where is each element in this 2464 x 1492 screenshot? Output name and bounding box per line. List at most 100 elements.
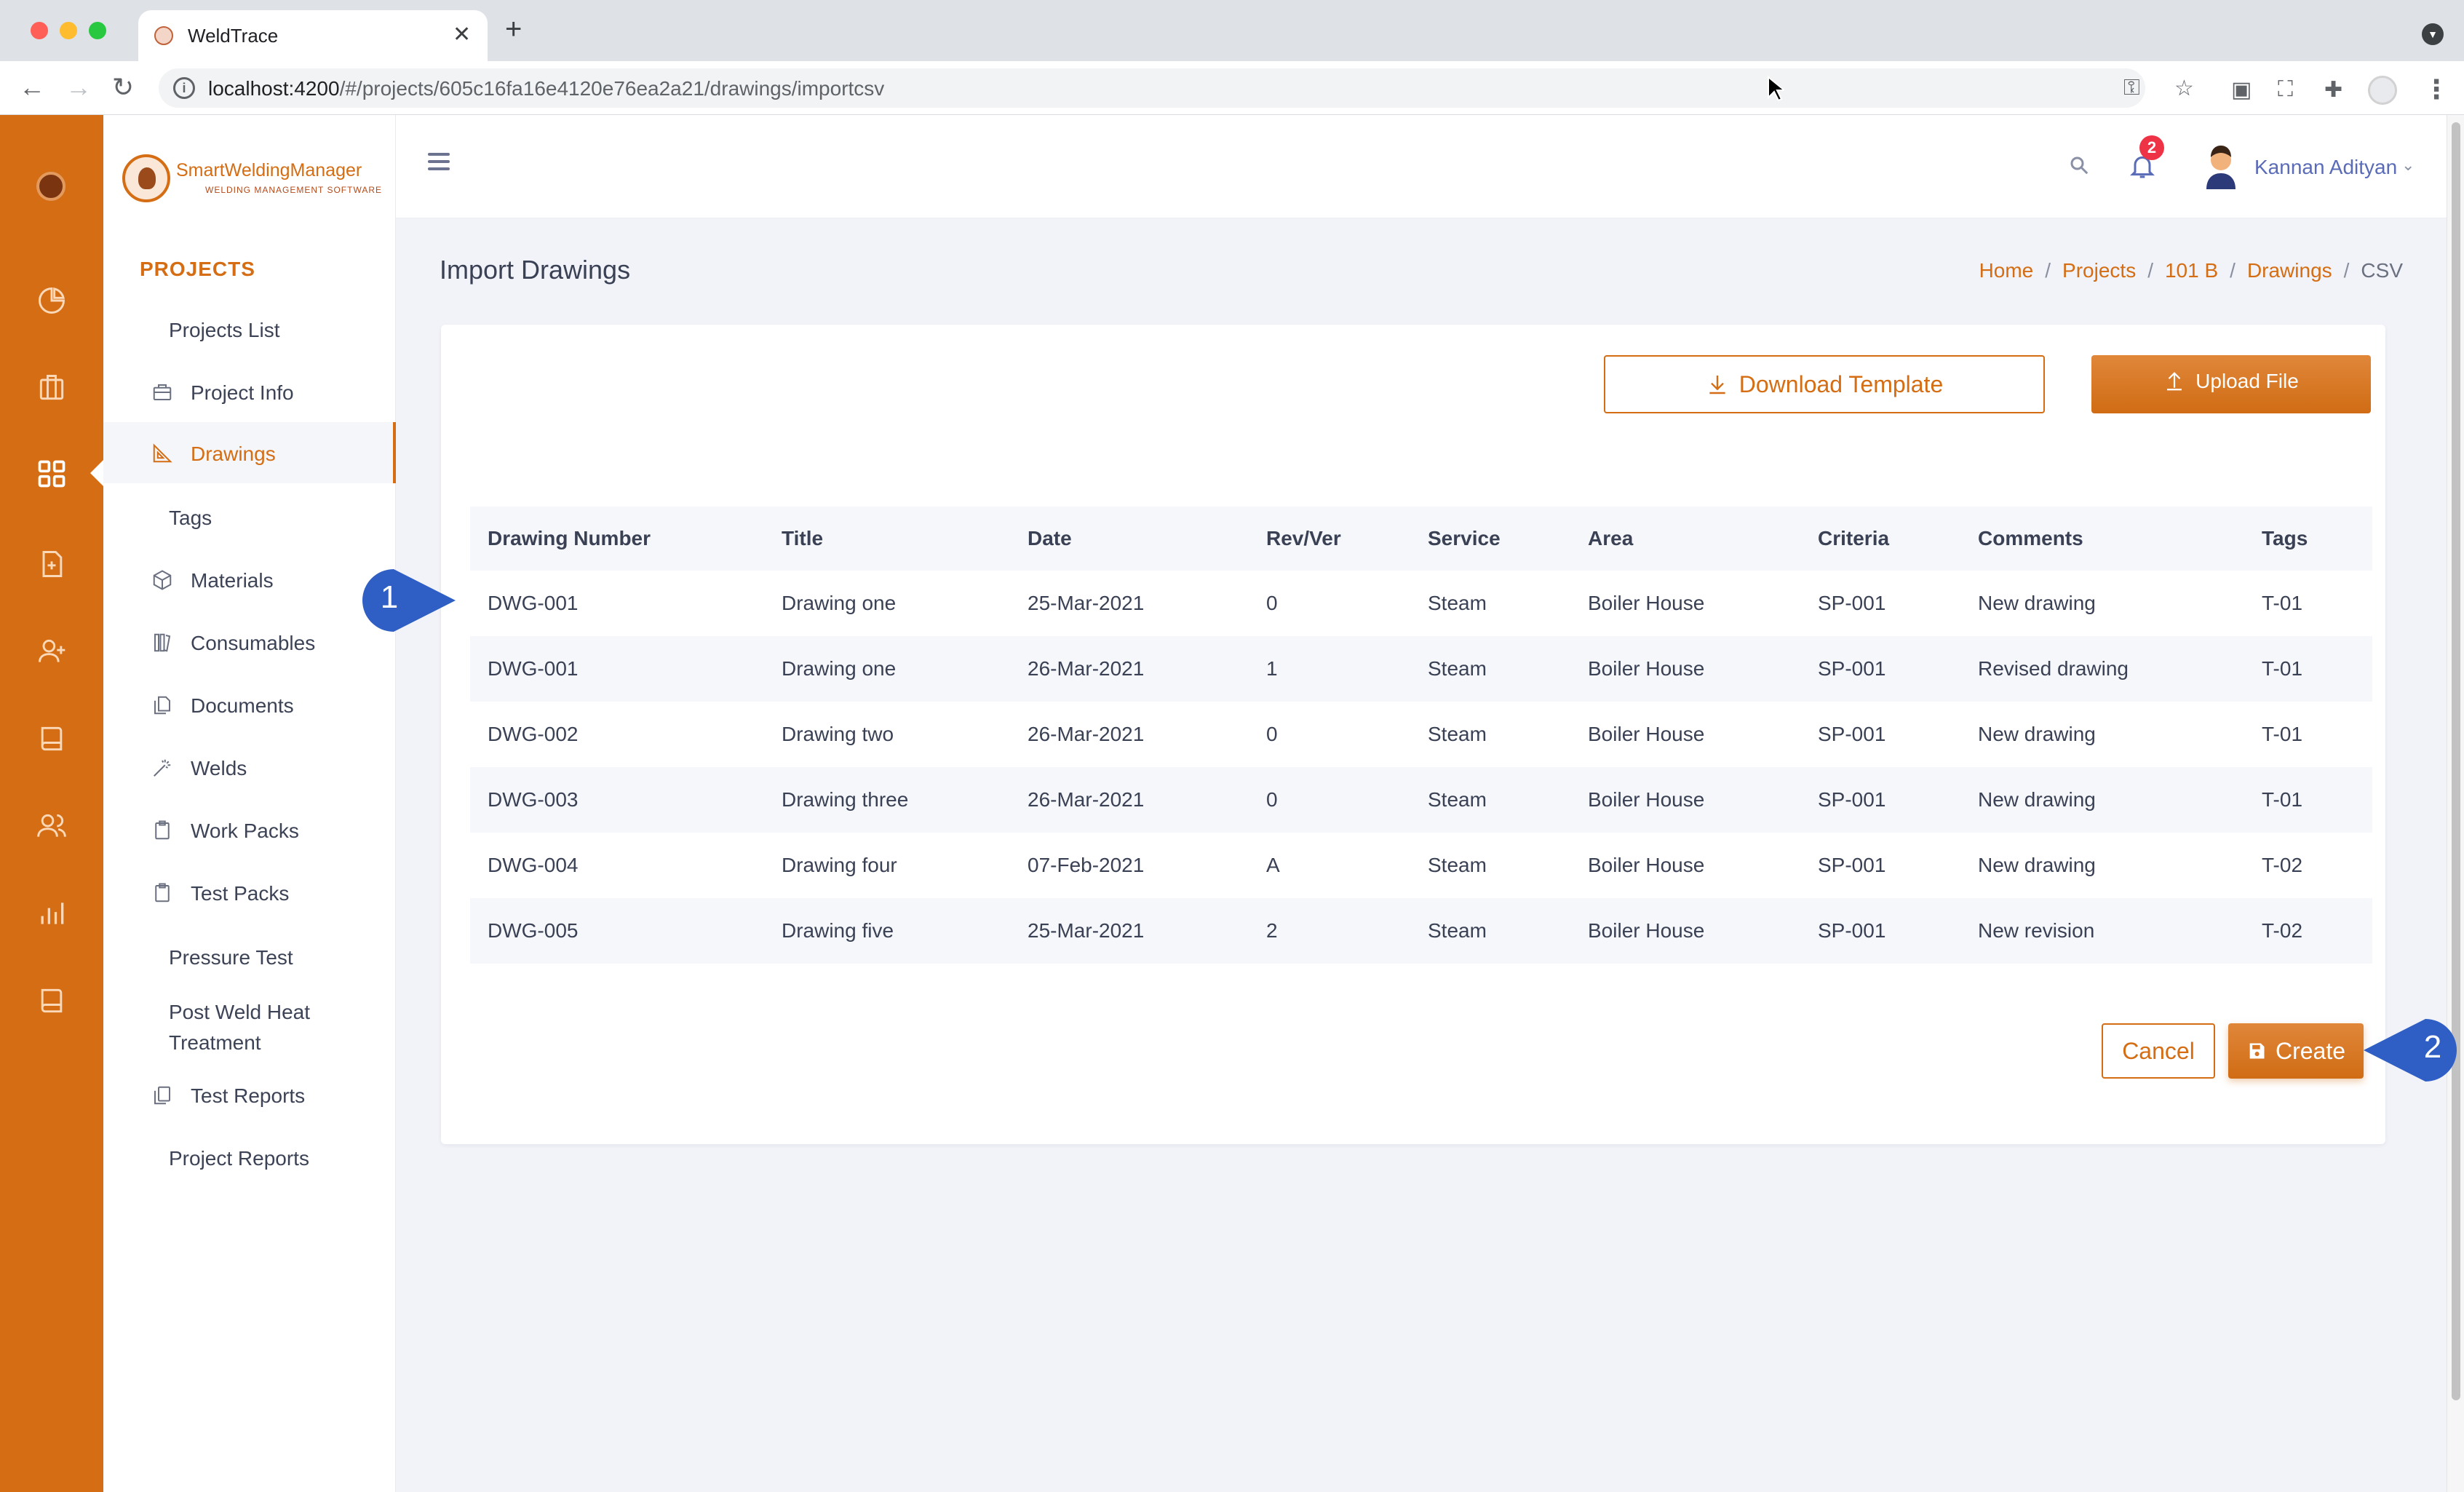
window-minimize-button[interactable] xyxy=(60,22,77,39)
profile-avatar-icon[interactable] xyxy=(2368,76,2397,105)
chevron-down-icon[interactable]: ⌄ xyxy=(2401,156,2415,175)
table-cell: Boiler House xyxy=(1588,788,1705,811)
window-close-button[interactable] xyxy=(31,22,48,39)
table-cell: Steam xyxy=(1428,919,1487,942)
sidebar-item-work-packs[interactable]: Work Packs xyxy=(103,799,396,860)
address-bar[interactable]: i localhost:4200/#/projects/605c16fa16e4… xyxy=(159,68,2194,108)
extension-icon[interactable]: ▣ xyxy=(2231,77,2252,103)
create-label: Create xyxy=(2275,1037,2346,1064)
download-template-label: Download Template xyxy=(1738,370,1944,397)
dashboard-pie-icon[interactable] xyxy=(33,282,70,319)
table-cell: 07-Feb-2021 xyxy=(1028,854,1145,876)
browser-tab[interactable]: WeldTrace ✕ xyxy=(138,10,488,61)
active-indicator xyxy=(90,459,105,488)
tab-close-icon[interactable]: ✕ xyxy=(453,22,471,47)
table-cell: DWG-005 xyxy=(488,919,579,942)
sidebar-item-documents[interactable]: Documents xyxy=(103,674,396,735)
sidebar-item-tags[interactable]: Tags xyxy=(103,486,396,547)
table-row[interactable]: DWG-003 Drawing three 26-Mar-2021 0 Stea… xyxy=(470,767,2372,833)
forward-arrow-icon[interactable]: → xyxy=(65,73,92,102)
create-button[interactable]: Create xyxy=(2228,1023,2364,1079)
table-cell: 26-Mar-2021 xyxy=(1028,723,1145,745)
app-logo-icon[interactable] xyxy=(36,172,65,201)
grid-apps-icon[interactable] xyxy=(33,456,70,492)
browser-tab-bar: WeldTrace ✕ + ▼ xyxy=(0,0,2464,61)
sidebar-item-project-reports[interactable]: Project Reports xyxy=(103,1127,396,1188)
column-header: Comments xyxy=(1978,527,2083,549)
sidebar-item-materials[interactable]: Materials xyxy=(103,549,396,610)
download-template-button[interactable]: Download Template xyxy=(1604,355,2045,413)
users-icon[interactable] xyxy=(33,808,70,844)
sidebar-item-post-weld-heat-treatment[interactable]: Post Weld Heat Treatment xyxy=(103,988,396,1058)
table-cell: DWG-001 xyxy=(488,657,579,680)
reload-icon[interactable]: ↻ xyxy=(112,73,134,102)
table-cell: T-02 xyxy=(2262,854,2303,876)
sidebar-item-test-packs[interactable]: Test Packs xyxy=(103,862,396,923)
table-row[interactable]: DWG-001 Drawing one 25-Mar-2021 0 Steam … xyxy=(470,571,2372,636)
document-add-icon[interactable] xyxy=(33,546,70,582)
sidebar-section-title: PROJECTS xyxy=(140,258,255,280)
table-cell: Drawing five xyxy=(782,919,894,942)
back-arrow-icon[interactable]: ← xyxy=(19,73,45,102)
sidebar-item-label: Consumables xyxy=(191,632,316,654)
table-cell: 25-Mar-2021 xyxy=(1028,592,1145,614)
table-cell: Drawing one xyxy=(782,592,897,614)
table-cell: New drawing xyxy=(1978,592,2096,614)
brand-name: SmartWeldingManager xyxy=(176,160,362,180)
column-header: Service xyxy=(1428,527,1501,549)
sidebar-item-label: Welds xyxy=(191,757,247,779)
sidebar-item-drawings[interactable]: Drawings xyxy=(103,422,396,483)
ruler-triangle-icon xyxy=(151,443,173,464)
brand-tagline: WELDING MANAGEMENT SOFTWARE xyxy=(205,185,383,195)
bar-chart-icon[interactable] xyxy=(33,895,70,932)
tab-search-icon[interactable]: ▼ xyxy=(2422,23,2444,45)
screenshot-icon[interactable]: ⛶ xyxy=(2278,77,2293,102)
sidebar-item-label: Project Reports xyxy=(169,1147,309,1170)
url-text[interactable]: localhost:4200/#/projects/605c16fa16e412… xyxy=(208,77,884,100)
sidebar-item-welds[interactable]: Welds xyxy=(103,737,396,798)
user-add-icon[interactable] xyxy=(33,633,70,670)
sidebar-item-test-reports[interactable]: Test Reports xyxy=(103,1064,396,1125)
sidebar-item-projects-list[interactable]: Projects List xyxy=(103,298,396,360)
brand-logo[interactable]: SmartWeldingManager WELDING MANAGEMENT S… xyxy=(122,153,381,204)
table-cell: 25-Mar-2021 xyxy=(1028,919,1145,942)
book-icon[interactable] xyxy=(33,721,70,757)
manual-book-icon[interactable] xyxy=(33,983,70,1019)
browser-menu-icon[interactable]: ⋮ xyxy=(2423,74,2449,105)
table-cell: Steam xyxy=(1428,854,1487,876)
table-row[interactable]: DWG-001 Drawing one 26-Mar-2021 1 Steam … xyxy=(470,636,2372,702)
hamburger-menu-icon[interactable] xyxy=(428,153,450,170)
table-row[interactable]: DWG-005 Drawing five 25-Mar-2021 2 Steam… xyxy=(470,898,2372,964)
callout-marker-2: 2 xyxy=(2364,1017,2457,1083)
table-cell: DWG-004 xyxy=(488,854,579,876)
scrollbar-thumb[interactable] xyxy=(2452,122,2460,1400)
breadcrumb-projects[interactable]: Projects xyxy=(2062,259,2136,282)
upload-file-button[interactable]: Upload File xyxy=(2091,355,2371,413)
puzzle-icon[interactable]: ✚ xyxy=(2324,77,2342,103)
table-row[interactable]: DWG-004 Drawing four 07-Feb-2021 A Steam… xyxy=(470,833,2372,898)
bookmark-star-icon[interactable]: ☆ xyxy=(2174,76,2194,101)
breadcrumb-drawings[interactable]: Drawings xyxy=(2247,259,2332,282)
user-avatar[interactable] xyxy=(2201,143,2241,189)
new-tab-icon[interactable]: + xyxy=(505,15,522,44)
cancel-button[interactable]: Cancel xyxy=(2102,1023,2215,1079)
breadcrumb-project[interactable]: 101 B xyxy=(2165,259,2218,282)
table-cell: Drawing four xyxy=(782,854,897,876)
sidebar-item-consumables[interactable]: Consumables xyxy=(103,611,396,672)
site-info-icon[interactable]: i xyxy=(173,77,195,99)
breadcrumb-separator: / xyxy=(2230,259,2236,282)
key-icon[interactable]: ⚿ xyxy=(2123,76,2140,100)
sidebar-item-pressure-test[interactable]: Pressure Test xyxy=(103,926,396,987)
window-zoom-button[interactable] xyxy=(89,22,106,39)
user-name[interactable]: Kannan Adityan xyxy=(2254,156,2397,179)
mouse-cursor-icon xyxy=(1768,76,1784,102)
table-row[interactable]: DWG-002 Drawing two 26-Mar-2021 0 Steam … xyxy=(470,702,2372,767)
projects-building-icon[interactable] xyxy=(33,370,70,406)
search-icon[interactable] xyxy=(2068,154,2090,176)
breadcrumb-separator: / xyxy=(2343,259,2350,282)
table-cell: SP-001 xyxy=(1818,657,1886,680)
page-scrollbar[interactable] xyxy=(2447,115,2464,1492)
table-cell: 0 xyxy=(1266,788,1278,811)
breadcrumb-home[interactable]: Home xyxy=(1979,259,2034,282)
sidebar-item-project-info[interactable]: Project Info xyxy=(103,361,396,422)
